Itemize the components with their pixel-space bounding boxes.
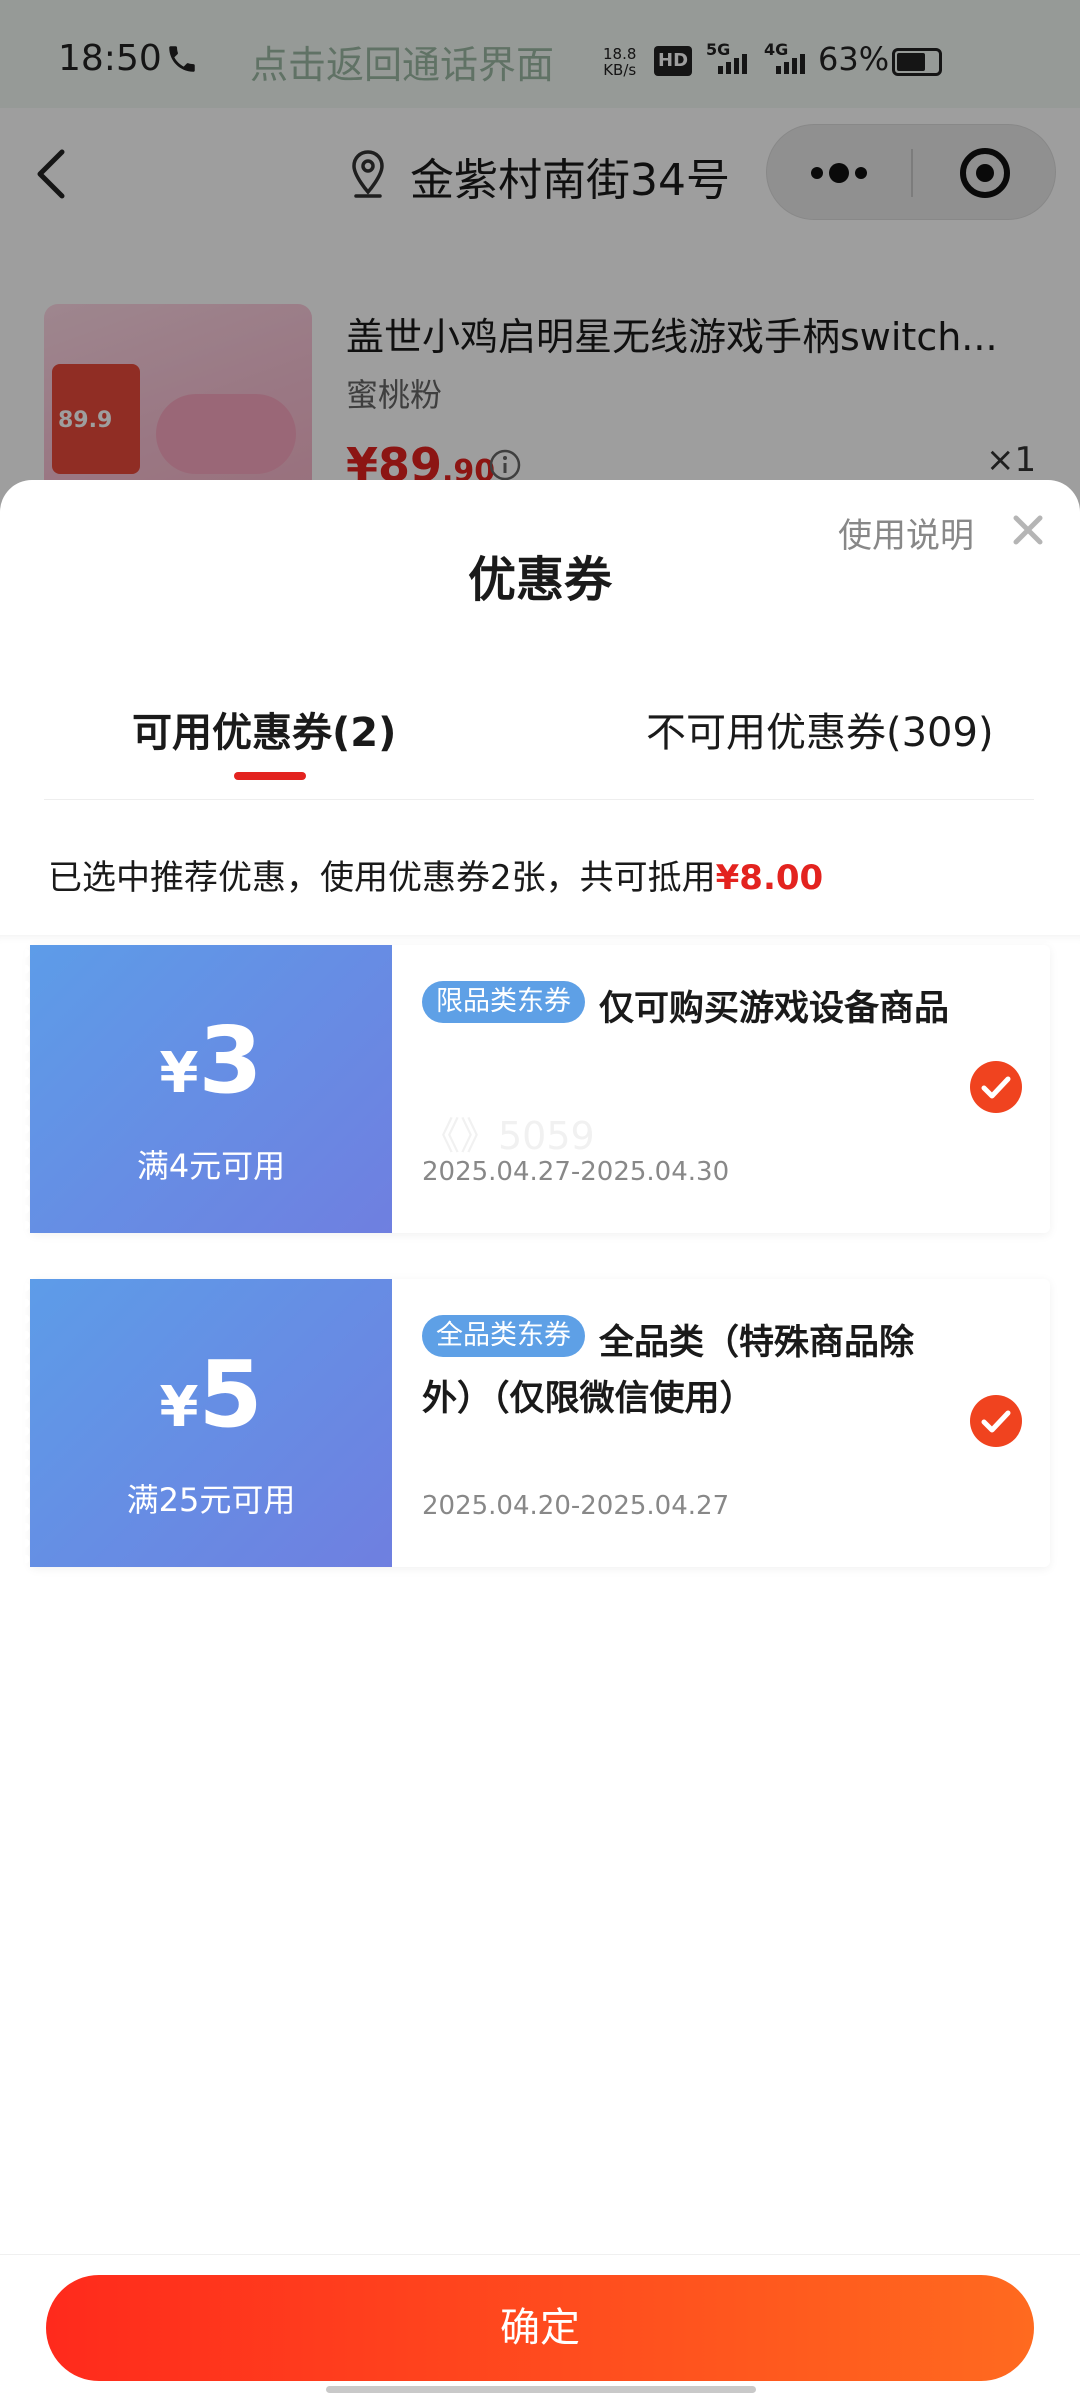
sheet-title: 优惠券 <box>467 552 612 608</box>
bottom-action-bar: 确定 <box>0 2254 1080 2400</box>
coupon-category-tag: 限品类东券 <box>422 981 585 1023</box>
summary-text: 已选中推荐优惠，使用优惠券2张，共可抵用 <box>48 858 716 898</box>
coupon-tabs: 可用优惠券(2) 不可用优惠券(309) <box>44 680 1034 800</box>
summary-amount: ¥8.00 <box>715 858 824 898</box>
watermark: 《》5059 <box>422 1114 595 1158</box>
coupon-card[interactable]: ¥5 满25元可用 全品类东券 全品类（特殊商品除外）（仅限微信使用） 2025.… <box>25 1279 1050 1567</box>
coupon-list: ¥3 满4元可用 《》5059 限品类东券 仅可购买游戏设备商品 2025.04.… <box>0 935 1080 2235</box>
coupon-value-panel: ¥5 满25元可用 <box>25 1279 392 1567</box>
coupon-amount: ¥5 <box>159 1341 263 1448</box>
coupon-condition: 满25元可用 <box>126 1481 296 1519</box>
discount-summary: 已选中推荐优惠，使用优惠券2张，共可抵用¥8.00 <box>0 820 1080 935</box>
coupon-category-tag: 全品类东券 <box>422 1315 585 1357</box>
coupon-validity: 2025.04.20-2025.04.27 <box>422 1491 730 1521</box>
confirm-button[interactable]: 确定 <box>46 2275 1034 2381</box>
active-tab-indicator <box>234 772 306 780</box>
coupon-value-panel: ¥3 满4元可用 <box>25 945 392 1233</box>
coupon-validity: 2025.04.27-2025.04.30 <box>422 1157 730 1187</box>
checked-icon[interactable] <box>970 1061 1022 1113</box>
tab-unavailable-coupons[interactable]: 不可用优惠券(309) <box>646 700 994 758</box>
coupon-condition: 满4元可用 <box>136 1147 286 1185</box>
home-indicator[interactable] <box>326 2386 756 2393</box>
tab-available-coupons[interactable]: 可用优惠券(2) <box>132 700 396 758</box>
coupon-card[interactable]: ¥3 满4元可用 《》5059 限品类东券 仅可购买游戏设备商品 2025.04.… <box>25 945 1050 1233</box>
coupon-amount: ¥3 <box>159 1007 263 1114</box>
checked-icon[interactable] <box>970 1395 1022 1447</box>
coupon-sheet: 使用说明 优惠券 可用优惠券(2) 不可用优惠券(309) 已选中推荐优惠，使用… <box>0 480 1080 2400</box>
coupon-description: 仅可购买游戏设备商品 <box>599 989 950 1029</box>
